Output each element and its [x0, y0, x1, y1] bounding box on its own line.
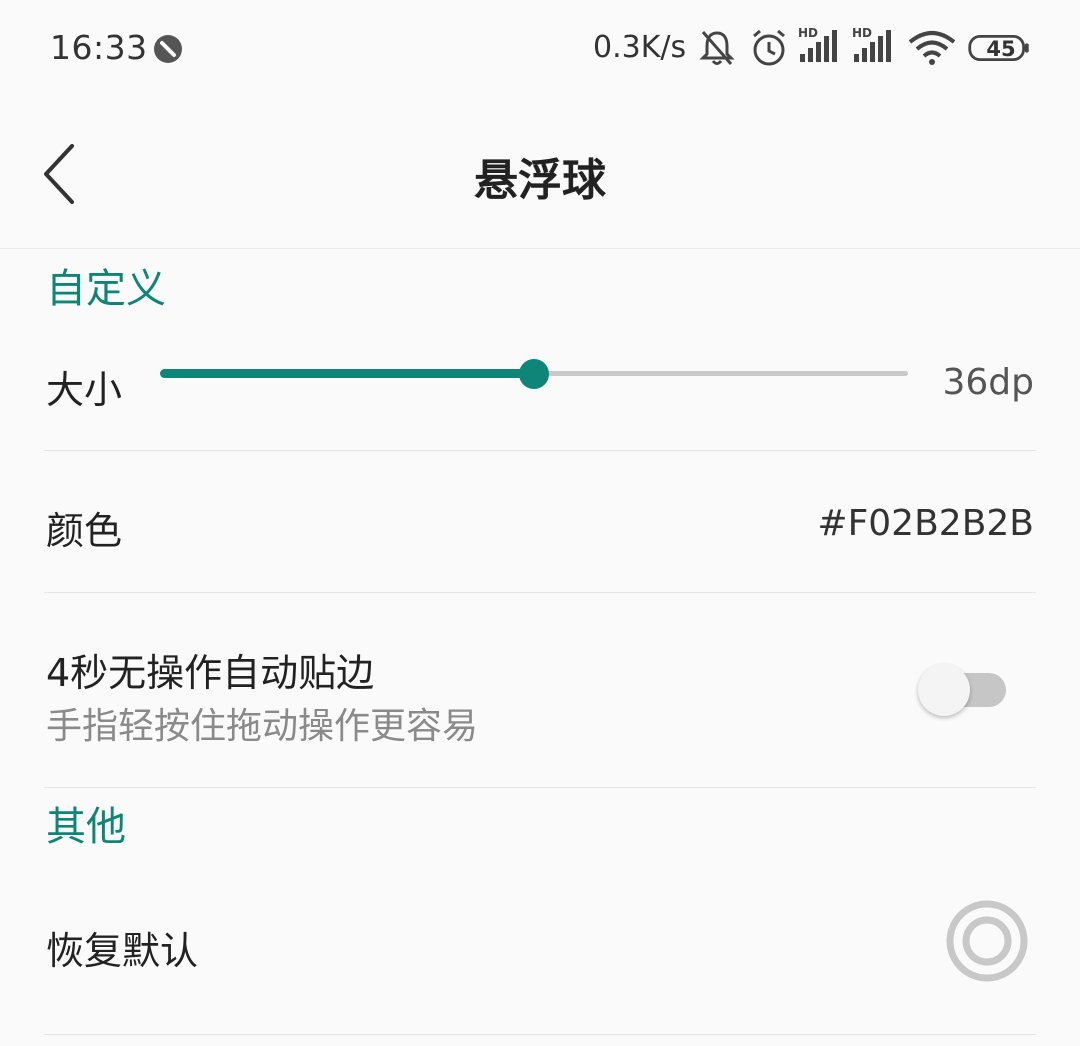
- divider: [44, 1034, 1036, 1035]
- page-title: 悬浮球: [474, 155, 606, 206]
- status-bar: 16:33 0.3K/s HD HD 45: [0, 0, 1080, 100]
- toggle-knob: [918, 664, 970, 716]
- wifi-icon: [908, 31, 956, 65]
- divider: [44, 787, 1036, 788]
- size-value: 36dp: [942, 362, 1034, 403]
- slider-fill: [160, 369, 534, 378]
- title-bar: 悬浮球: [0, 100, 1080, 249]
- divider: [44, 450, 1036, 451]
- restore-default-label[interactable]: 恢复默认: [46, 920, 198, 975]
- do-not-disturb-icon: [154, 35, 182, 63]
- size-label: 大小: [46, 368, 123, 412]
- bell-muted-icon: [699, 31, 735, 65]
- cell-signal-2-icon: HD: [852, 26, 896, 64]
- cell-signal-1-icon: HD: [798, 26, 842, 64]
- status-time: 16:33: [50, 28, 148, 67]
- section-header-custom: 自定义: [46, 266, 166, 312]
- alarm-icon: [753, 29, 785, 66]
- auto-edge-summary: 手指轻按住拖动操作更容易: [46, 706, 479, 747]
- slider-thumb[interactable]: [519, 359, 549, 389]
- color-value[interactable]: #F02B2B2B: [817, 503, 1034, 544]
- color-label[interactable]: 颜色: [46, 500, 122, 555]
- restore-default-radio[interactable]: [944, 898, 1030, 984]
- auto-edge-label: 4秒无操作自动贴边: [46, 651, 375, 695]
- auto-edge-toggle[interactable]: [918, 660, 1008, 720]
- section-header-other: 其他: [46, 804, 126, 850]
- size-slider[interactable]: [160, 352, 910, 396]
- network-speed: 0.3K/s: [593, 30, 687, 65]
- battery-level: 45: [986, 37, 1016, 61]
- divider: [44, 592, 1036, 593]
